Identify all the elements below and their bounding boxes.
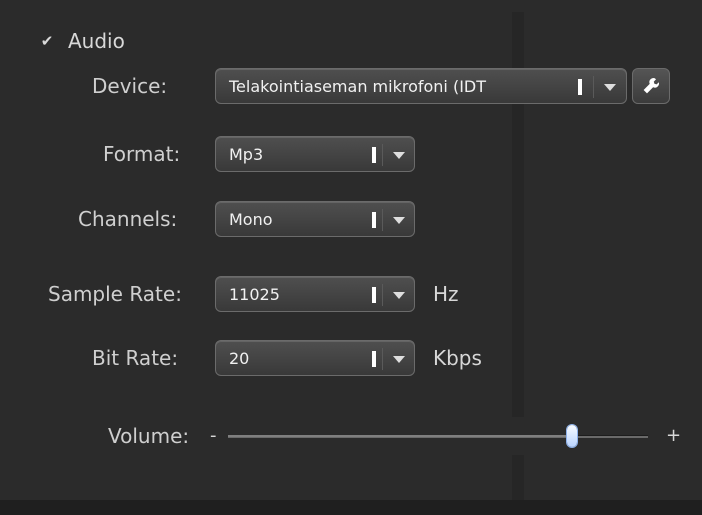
bottom-band <box>0 500 702 515</box>
bit-rate-dropdown-button[interactable] <box>382 341 416 377</box>
sample-rate-unit: Hz <box>433 282 459 306</box>
audio-label: Audio <box>68 29 125 53</box>
chevron-down-icon <box>393 356 405 363</box>
format-row: Format: Mp3 <box>0 136 702 172</box>
device-label: Device: <box>92 74 168 98</box>
bit-rate-unit: Kbps <box>433 346 482 370</box>
dropdown-indicator <box>372 212 376 228</box>
channels-dropdown[interactable]: Mono <box>215 201 415 237</box>
sample-rate-value: 11025 <box>229 285 280 304</box>
device-row: Device: Telakointiaseman mikrofoni (IDT <box>0 68 702 104</box>
dropdown-indicator <box>372 287 376 303</box>
bit-rate-dropdown[interactable]: 20 <box>215 340 415 376</box>
format-dropdown[interactable]: Mp3 <box>215 136 415 172</box>
channels-dropdown-button[interactable] <box>382 202 416 238</box>
format-dropdown-button[interactable] <box>382 137 416 173</box>
chevron-down-icon <box>393 152 405 159</box>
check-icon: ✔ <box>40 32 54 50</box>
dropdown-indicator <box>372 147 376 163</box>
volume-slider-fill <box>228 435 573 437</box>
volume-row: Volume: - + <box>0 422 702 450</box>
channels-label: Channels: <box>78 207 178 231</box>
bit-rate-label: Bit Rate: <box>92 346 179 370</box>
volume-slider-thumb[interactable] <box>567 425 578 447</box>
wrench-icon <box>643 78 659 94</box>
channels-row: Channels: Mono <box>0 201 702 237</box>
sample-rate-row: Sample Rate: 11025 Hz <box>0 276 702 312</box>
channels-value: Mono <box>229 210 273 229</box>
device-dropdown[interactable]: Telakointiaseman mikrofoni (IDT <box>215 68 627 104</box>
volume-slider[interactable] <box>228 425 648 447</box>
audio-settings-panel: ✔ Audio Device: Telakointiaseman mikrofo… <box>0 0 702 515</box>
chevron-down-icon <box>393 217 405 224</box>
format-value: Mp3 <box>229 145 264 164</box>
volume-increase-button[interactable]: + <box>666 422 681 450</box>
vertical-divider-lower <box>512 455 524 501</box>
chevron-down-icon <box>604 84 616 91</box>
format-label: Format: <box>103 142 181 166</box>
audio-checkbox[interactable]: ✔ <box>38 32 56 50</box>
device-dropdown-button[interactable] <box>593 69 627 105</box>
volume-label: Volume: <box>108 424 190 448</box>
device-value: Telakointiaseman mikrofoni (IDT <box>229 77 486 96</box>
chevron-down-icon <box>393 292 405 299</box>
volume-decrease-button[interactable]: - <box>210 422 217 450</box>
bit-rate-value: 20 <box>229 349 250 368</box>
bit-rate-row: Bit Rate: 20 Kbps <box>0 340 702 376</box>
audio-toggle[interactable]: ✔ Audio <box>38 24 125 58</box>
device-settings-button[interactable] <box>632 68 670 104</box>
sample-rate-dropdown[interactable]: 11025 <box>215 276 415 312</box>
dropdown-indicator <box>372 351 376 367</box>
sample-rate-dropdown-button[interactable] <box>382 277 416 313</box>
sample-rate-label: Sample Rate: <box>48 282 182 306</box>
dropdown-indicator <box>578 79 582 95</box>
